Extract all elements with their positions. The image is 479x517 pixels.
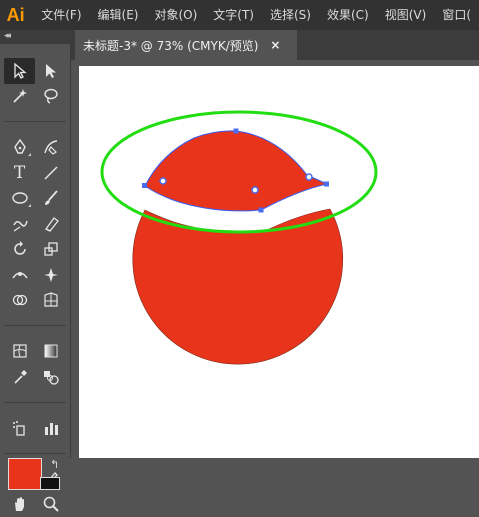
menu-edit[interactable]: 编辑(E) [90, 0, 147, 30]
ellipse-tool-icon[interactable] [4, 186, 35, 212]
document-tab[interactable]: 未标题-3* @ 73% (CMYK/预览) × [75, 30, 297, 60]
scale-tool-icon[interactable] [35, 237, 66, 263]
menu-object[interactable]: 对象(O) [146, 0, 205, 30]
tools-panel-header: ◂◂ [0, 30, 70, 44]
canvas-area[interactable] [71, 60, 479, 458]
gradient-tool-icon[interactable] [35, 339, 66, 365]
control-point[interactable] [306, 174, 312, 180]
symbol-sprayer-tool-icon[interactable] [4, 415, 35, 441]
mesh-tool-icon[interactable] [4, 339, 35, 365]
anchor-point[interactable] [234, 129, 239, 134]
tool-separator [4, 325, 66, 326]
document-tab-title: 未标题-3* @ 73% (CMYK/预览) [83, 37, 258, 54]
magic-wand-tool-icon[interactable] [4, 84, 35, 110]
document-tab-bar: 未标题-3* @ 73% (CMYK/预览) × [71, 30, 479, 60]
shaper-tool-icon[interactable] [4, 211, 35, 237]
width-tool-icon[interactable] [4, 262, 35, 288]
anchor-point[interactable] [142, 183, 147, 188]
column-graph-tool-icon[interactable] [35, 415, 66, 441]
tool-separator [4, 402, 66, 403]
puppet-warp-tool-icon[interactable] [35, 262, 66, 288]
hand-tool-icon[interactable] [4, 492, 35, 517]
pen-tool-icon[interactable] [4, 135, 35, 161]
artboard[interactable] [79, 66, 479, 458]
red-cap-shape[interactable] [145, 131, 327, 211]
type-tool-icon[interactable]: T [4, 160, 35, 186]
tool-grid: T [4, 58, 66, 517]
eraser-tool-icon[interactable] [35, 211, 66, 237]
menu-window[interactable]: 窗口( [434, 0, 479, 30]
app-logo: Ai [6, 4, 25, 26]
blend-tool-icon[interactable] [35, 364, 66, 390]
paintbrush-tool-icon[interactable] [35, 186, 66, 212]
artwork [79, 66, 479, 458]
stroke-color-swatch[interactable] [40, 477, 60, 490]
tool-separator [4, 453, 66, 454]
collapse-icon[interactable]: ◂◂ [4, 31, 9, 41]
menu-type[interactable]: 文字(T) [205, 0, 262, 30]
line-segment-tool-icon[interactable] [35, 160, 66, 186]
anchor-point[interactable] [324, 182, 329, 187]
tools-panel: ◂◂ T [0, 30, 71, 458]
zoom-tool-icon[interactable] [35, 492, 66, 517]
menu-select[interactable]: 选择(S) [262, 0, 319, 30]
rotate-tool-icon[interactable] [4, 237, 35, 263]
tool-separator [4, 121, 66, 122]
selection-tool-icon[interactable] [4, 58, 35, 84]
shape-builder-tool-icon[interactable] [4, 288, 35, 314]
fill-color-swatch[interactable] [8, 458, 42, 490]
control-point[interactable] [252, 187, 258, 193]
direct-selection-tool-icon[interactable] [35, 58, 66, 84]
menu-bar: Ai 文件(F) 编辑(E) 对象(O) 文字(T) 选择(S) 效果(C) 视… [0, 0, 479, 30]
lasso-tool-icon[interactable] [35, 84, 66, 110]
menu-view[interactable]: 视图(V) [377, 0, 435, 30]
anchor-point[interactable] [259, 208, 264, 213]
menu-effect[interactable]: 效果(C) [319, 0, 377, 30]
close-icon[interactable]: × [270, 38, 280, 52]
control-point[interactable] [160, 178, 166, 184]
menu-file[interactable]: 文件(F) [33, 0, 89, 30]
curvature-tool-icon[interactable] [35, 135, 66, 161]
swap-colors-icon[interactable]: ↰ [50, 458, 59, 471]
eyedropper-tool-icon[interactable] [4, 364, 35, 390]
perspective-grid-tool-icon[interactable] [35, 288, 66, 314]
